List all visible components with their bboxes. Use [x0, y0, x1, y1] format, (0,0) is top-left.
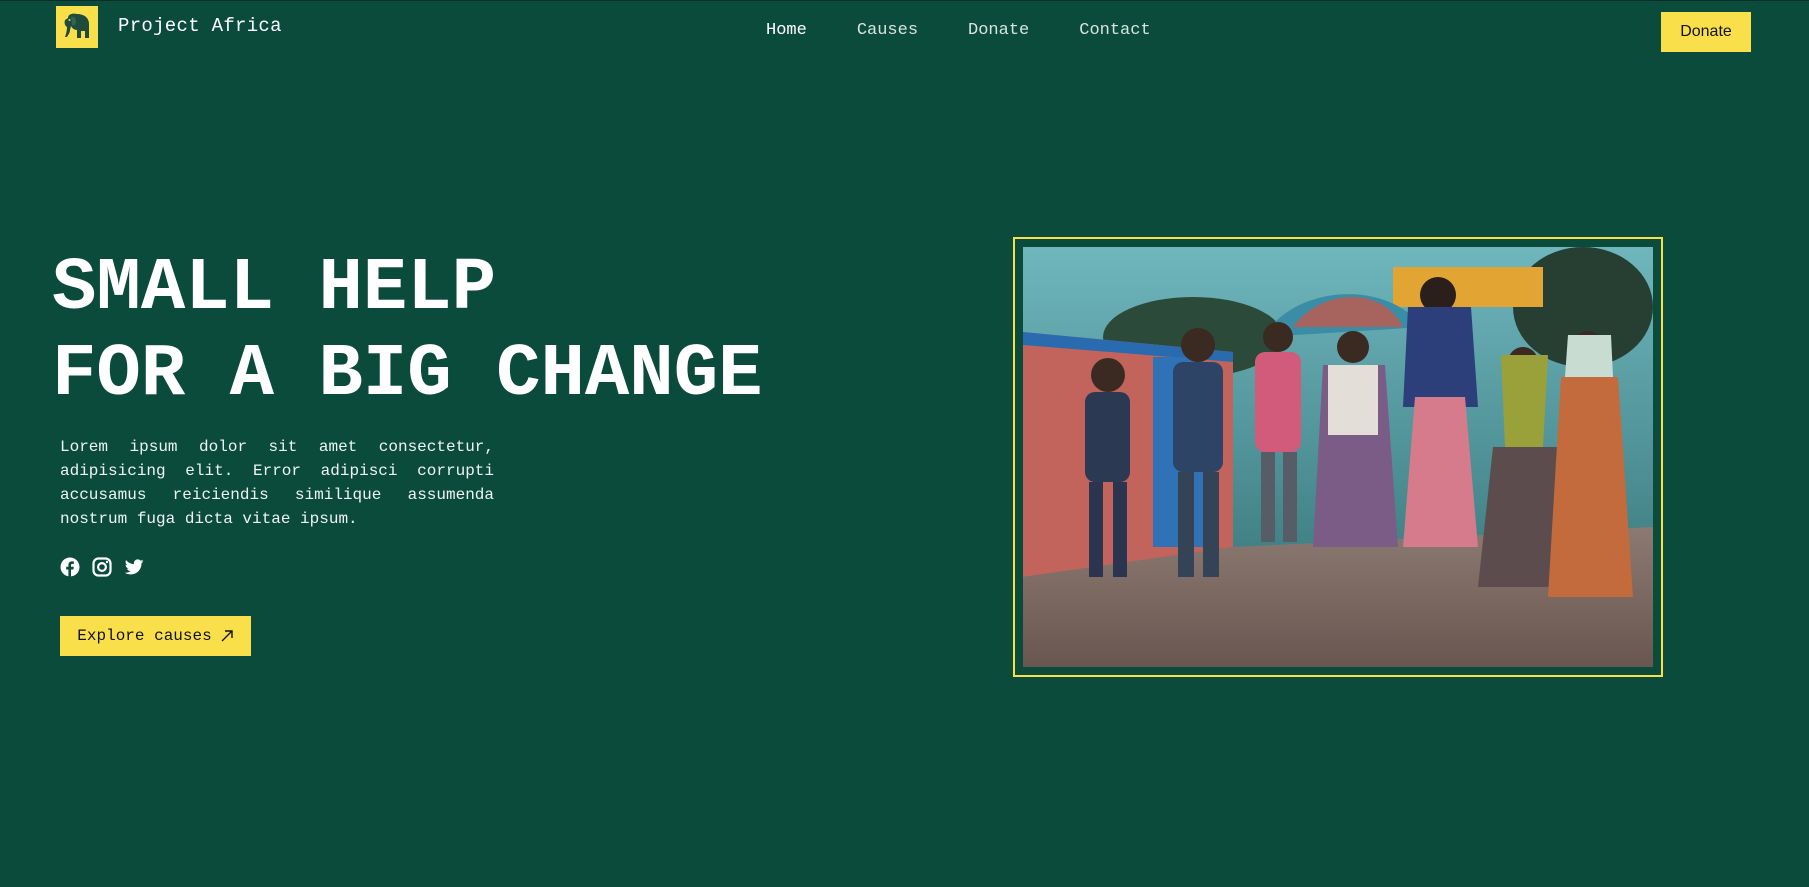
- instagram-icon[interactable]: [92, 557, 112, 577]
- elephant-icon: [64, 13, 89, 38]
- facebook-icon[interactable]: [60, 557, 80, 577]
- nav-home[interactable]: Home: [766, 21, 807, 40]
- twitter-icon[interactable]: [124, 557, 144, 577]
- hero-photo-frame: [1013, 237, 1663, 677]
- explore-causes-button[interactable]: Explore causes: [60, 616, 251, 656]
- social-links: [60, 557, 144, 577]
- nav-donate[interactable]: Donate: [968, 21, 1029, 40]
- hero-description: Lorem ipsum dolor sit amet consectetur, …: [60, 438, 494, 528]
- main-nav: Home Causes Donate Contact: [766, 21, 1201, 40]
- hero-photo: [1023, 247, 1653, 667]
- arrow-up-right-icon: [221, 630, 233, 642]
- explore-causes-label: Explore causes: [77, 627, 212, 645]
- headline-line-1: SMALL HELP: [52, 247, 497, 331]
- nav-contact[interactable]: Contact: [1079, 21, 1150, 40]
- donate-button[interactable]: Donate: [1661, 12, 1751, 52]
- page: Project Africa Home Causes Donate Contac…: [0, 0, 1809, 887]
- nav-causes[interactable]: Causes: [857, 21, 918, 40]
- hero-headline: SMALL HELP FOR A BIG CHANGE: [52, 246, 763, 418]
- headline-line-2: FOR A BIG CHANGE: [52, 333, 763, 417]
- logo[interactable]: [56, 6, 98, 48]
- brand-name[interactable]: Project Africa: [118, 15, 282, 37]
